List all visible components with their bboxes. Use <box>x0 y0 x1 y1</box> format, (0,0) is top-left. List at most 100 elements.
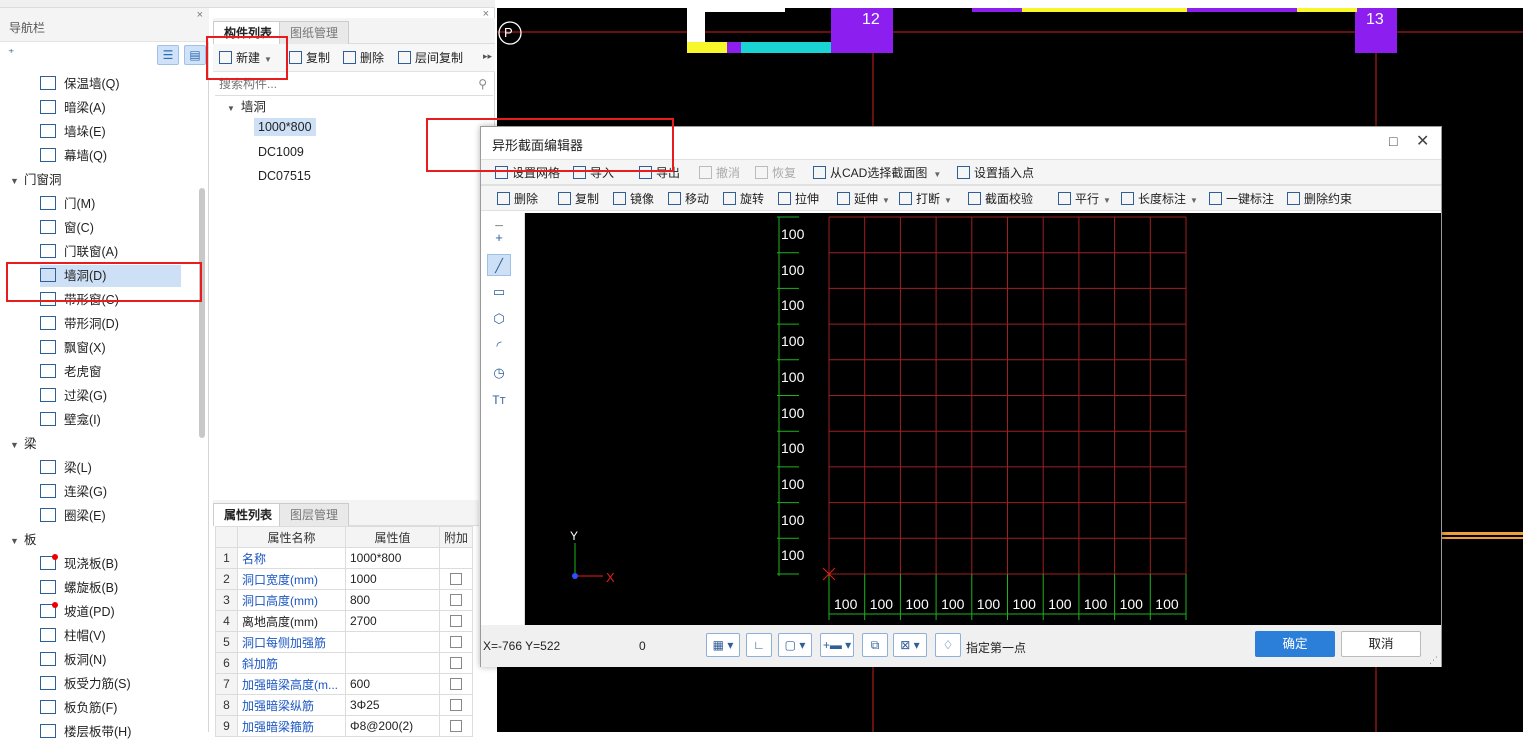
floor-copy-button[interactable]: 层间复制 <box>398 47 463 69</box>
bulb-icon[interactable]: ♢ <box>935 633 961 657</box>
redo-button[interactable]: 恢复 <box>755 164 796 182</box>
nav-item-cast-slab[interactable]: 现浇板(B) <box>40 553 118 575</box>
dialog-titlebar[interactable]: 异形截面编辑器 □ ✕ <box>481 127 1441 159</box>
tab-component-list[interactable]: 构件列表 <box>213 21 284 44</box>
delete-button[interactable]: 删除 <box>343 47 384 69</box>
close-icon[interactable]: × <box>197 9 203 21</box>
tree-root[interactable]: ▼ 墙洞 <box>227 96 266 115</box>
point-tool-icon[interactable]: + <box>487 227 511 249</box>
checkbox[interactable] <box>450 636 462 648</box>
delete-tool[interactable]: 删除 <box>497 190 538 208</box>
stretch-tool[interactable]: 拉伸 <box>778 190 819 208</box>
undo-button[interactable]: 撤消 <box>699 164 740 182</box>
nav-item-lintel[interactable]: 过梁(G) <box>40 385 107 407</box>
insert-point-button[interactable]: 设置插入点 <box>957 164 1034 182</box>
maximize-icon[interactable]: □ <box>1389 133 1397 149</box>
line-tool-icon[interactable]: ╱ <box>487 254 511 276</box>
polygon-tool-icon[interactable]: ⬡ <box>487 308 511 330</box>
cad-select-button[interactable]: 从CAD选择截面图 ▼ <box>813 164 941 182</box>
nav-item-wall-pier[interactable]: 墙垛(E) <box>40 121 106 143</box>
cancel-button[interactable]: 取消 <box>1341 631 1421 657</box>
table-row[interactable]: 8 加强暗梁纵筋 3Φ25 <box>215 694 474 716</box>
section-canvas[interactable]: 100 100 100 100 100 100 100 100 100 100 100 100 100… <box>525 213 1441 625</box>
nav-item-door-window[interactable]: 门联窗(A) <box>40 241 118 263</box>
table-row[interactable]: 9 加强暗梁箍筋 Φ8@200(2) <box>215 715 474 737</box>
checkbox[interactable] <box>450 573 462 585</box>
table-row[interactable]: 7 加强暗梁高度(m... 600 <box>215 673 474 695</box>
nav-item-spiral-slab[interactable]: 螺旋板(B) <box>40 577 118 599</box>
nav-item-window[interactable]: 窗(C) <box>40 217 94 239</box>
nav-item-hidden-beam[interactable]: 暗梁(A) <box>40 97 106 119</box>
copy-button[interactable]: 复制 <box>289 47 330 69</box>
mirror-tool[interactable]: 镜像 <box>613 190 654 208</box>
nav-item-curtain-wall[interactable]: 幕墙(Q) <box>40 145 107 167</box>
nav-item-wall-opening[interactable]: 墙洞(D) <box>40 265 181 287</box>
ok-button[interactable]: 确定 <box>1255 631 1335 657</box>
nav-group-slab[interactable]: ▼ 板 <box>10 529 37 551</box>
nav-item-strip-window[interactable]: 带形窗(C) <box>40 289 119 311</box>
tab-properties[interactable]: 属性列表 <box>213 503 284 526</box>
tab-layers[interactable]: 图层管理 <box>279 503 350 526</box>
table-row[interactable]: 2 洞口宽度(mm) 1000 <box>215 568 474 590</box>
resize-grip-icon[interactable]: ⋰ <box>1429 655 1438 666</box>
checkbox[interactable] <box>450 594 462 606</box>
grid-snap-icon[interactable]: ▦ ▾ <box>706 633 740 657</box>
nav-item-ring-beam[interactable]: 圈梁(E) <box>40 505 106 527</box>
nav-item-dormer[interactable]: 老虎窗 <box>40 361 102 383</box>
circle-tool-icon[interactable]: ◷ <box>487 362 511 384</box>
break-tool[interactable]: 打断 ▼ <box>899 190 952 208</box>
table-row[interactable]: 3 洞口高度(mm) 800 <box>215 589 474 611</box>
tree-item[interactable]: DC07515 <box>258 169 311 183</box>
more-icon[interactable]: ▸▸ <box>483 51 492 62</box>
text-tool-icon[interactable]: TT <box>487 389 511 411</box>
nav-item-slab-rebar[interactable]: 板受力筋(S) <box>40 673 131 695</box>
parallel-tool[interactable]: 平行 ▼ <box>1058 190 1111 208</box>
nav-group-beam[interactable]: ▼ 梁 <box>10 433 37 455</box>
tree-item[interactable]: DC1009 <box>258 145 304 159</box>
nav-item-column-cap[interactable]: 柱帽(V) <box>40 625 106 647</box>
tab-drawing-management[interactable]: 图纸管理 <box>279 21 350 44</box>
nav-item-slab-opening[interactable]: 板洞(N) <box>40 649 106 671</box>
nav-item-slab-neg-rebar[interactable]: 板负筋(F) <box>40 697 117 719</box>
nav-item-ramp[interactable]: 坡道(PD) <box>40 601 115 623</box>
detail-view-icon[interactable]: ▤ <box>184 45 206 65</box>
table-row[interactable]: 4 离地高度(mm) 2700 <box>215 610 474 632</box>
auto-dim-tool[interactable]: 一键标注 <box>1209 190 1274 208</box>
delete-constraint-tool[interactable]: 删除约束 <box>1287 190 1352 208</box>
export-button[interactable]: 导出 <box>639 164 680 182</box>
rectangle-tool-icon[interactable]: ▭ <box>487 281 511 303</box>
rotate-tool[interactable]: 旋转 <box>723 190 764 208</box>
table-row[interactable]: 5 洞口每侧加强筋 <box>215 631 474 653</box>
table-row[interactable]: 6 斜加筋 <box>215 652 474 674</box>
nav-item-beam[interactable]: 梁(L) <box>40 457 92 479</box>
new-button[interactable]: 新建 ▼ <box>219 47 272 69</box>
search-icon[interactable]: ⚲ <box>478 77 487 91</box>
checkbox[interactable] <box>450 699 462 711</box>
nav-item-coupling-beam[interactable]: 连梁(G) <box>40 481 107 503</box>
import-button[interactable]: 导入 <box>573 164 614 182</box>
close-icon[interactable]: × <box>483 8 489 20</box>
checkbox[interactable] <box>450 657 462 669</box>
nav-item-insulation-wall[interactable]: 保温墙(Q) <box>40 73 120 95</box>
snap-mode-icon[interactable]: ▢ ▾ <box>778 633 812 657</box>
close-icon[interactable]: ✕ <box>1416 131 1429 151</box>
nav-group-door-window[interactable]: ▼ 门窗洞 <box>10 169 62 191</box>
set-grid-button[interactable]: 设置网格 <box>495 164 560 182</box>
tree-item-selected[interactable]: 1000*800 <box>254 118 316 136</box>
ortho-icon[interactable]: ∟ <box>746 633 772 657</box>
checkbox[interactable] <box>450 615 462 627</box>
copy-shape-icon[interactable]: ⧉ <box>862 633 888 657</box>
length-dim-tool[interactable]: 长度标注 ▼ <box>1121 190 1198 208</box>
checkbox[interactable] <box>450 720 462 732</box>
search-input[interactable] <box>215 74 465 94</box>
checkbox[interactable] <box>450 678 462 690</box>
expand-icon[interactable]: ⁺ <box>8 46 14 60</box>
nav-scrollbar[interactable] <box>199 188 205 438</box>
view-icon[interactable]: ⊠ ▾ <box>893 633 927 657</box>
nav-item-door[interactable]: 门(M) <box>40 193 95 215</box>
dimension-icon[interactable]: +▬ ▾ <box>820 633 854 657</box>
arc-tool-icon[interactable]: ◜ <box>487 335 511 357</box>
extend-tool[interactable]: 延伸 ▼ <box>837 190 890 208</box>
nav-item-niche[interactable]: 壁龛(I) <box>40 409 101 431</box>
nav-item-slab-band[interactable]: 楼层板带(H) <box>40 721 131 743</box>
